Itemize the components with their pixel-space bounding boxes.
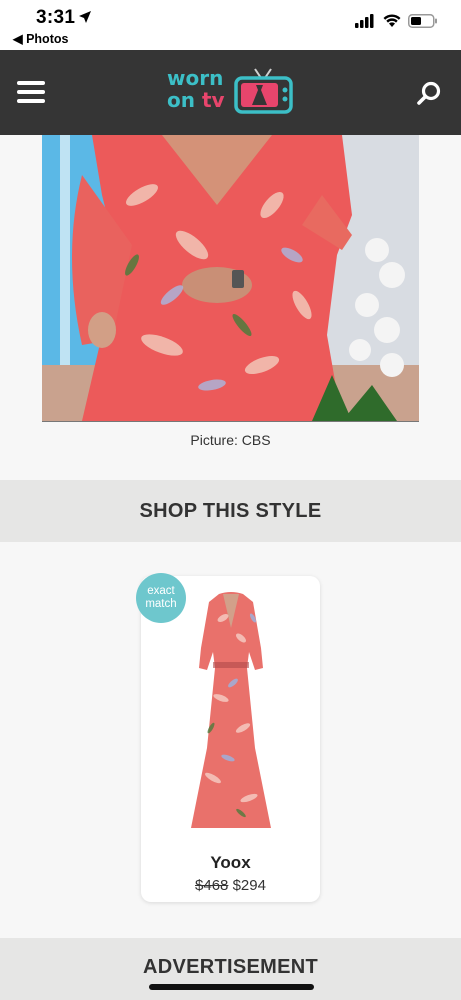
exact-match-badge: exact match [136, 573, 186, 623]
original-price: $468 [195, 877, 229, 894]
product-price: $468 $294 [141, 877, 320, 894]
product-dress-image [191, 592, 271, 828]
cellular-signal-icon [355, 14, 374, 28]
advertisement-heading: ADVERTISEMENT [0, 938, 461, 1000]
worn-on-tv-logo[interactable]: worn on tv [167, 68, 297, 118]
back-to-photos-link[interactable]: ◀ Photos [13, 31, 68, 46]
image-credit-caption: Picture: CBS [190, 432, 271, 448]
search-icon[interactable] [416, 81, 442, 107]
wifi-icon [383, 14, 401, 27]
logo-word-worn: worn [167, 66, 224, 90]
badge-line-2: match [145, 598, 177, 610]
shop-this-style-heading: SHOP THIS STYLE [0, 480, 461, 542]
hero-outfit-image [42, 135, 419, 422]
location-arrow-icon [79, 11, 91, 23]
logo-word-tv: tv [201, 88, 225, 112]
status-bar: 3:31 ◀ Photos [0, 0, 461, 50]
badge-line-1: exact [147, 585, 175, 597]
product-store-name: Yoox [210, 853, 251, 872]
battery-icon [408, 14, 437, 28]
sale-price: $294 [232, 877, 266, 894]
status-time: 3:31 [36, 7, 76, 28]
tv-dress-icon [234, 68, 293, 114]
logo-word-on: on [167, 88, 202, 112]
home-indicator[interactable] [149, 984, 314, 990]
hamburger-menu-icon[interactable] [17, 81, 45, 103]
